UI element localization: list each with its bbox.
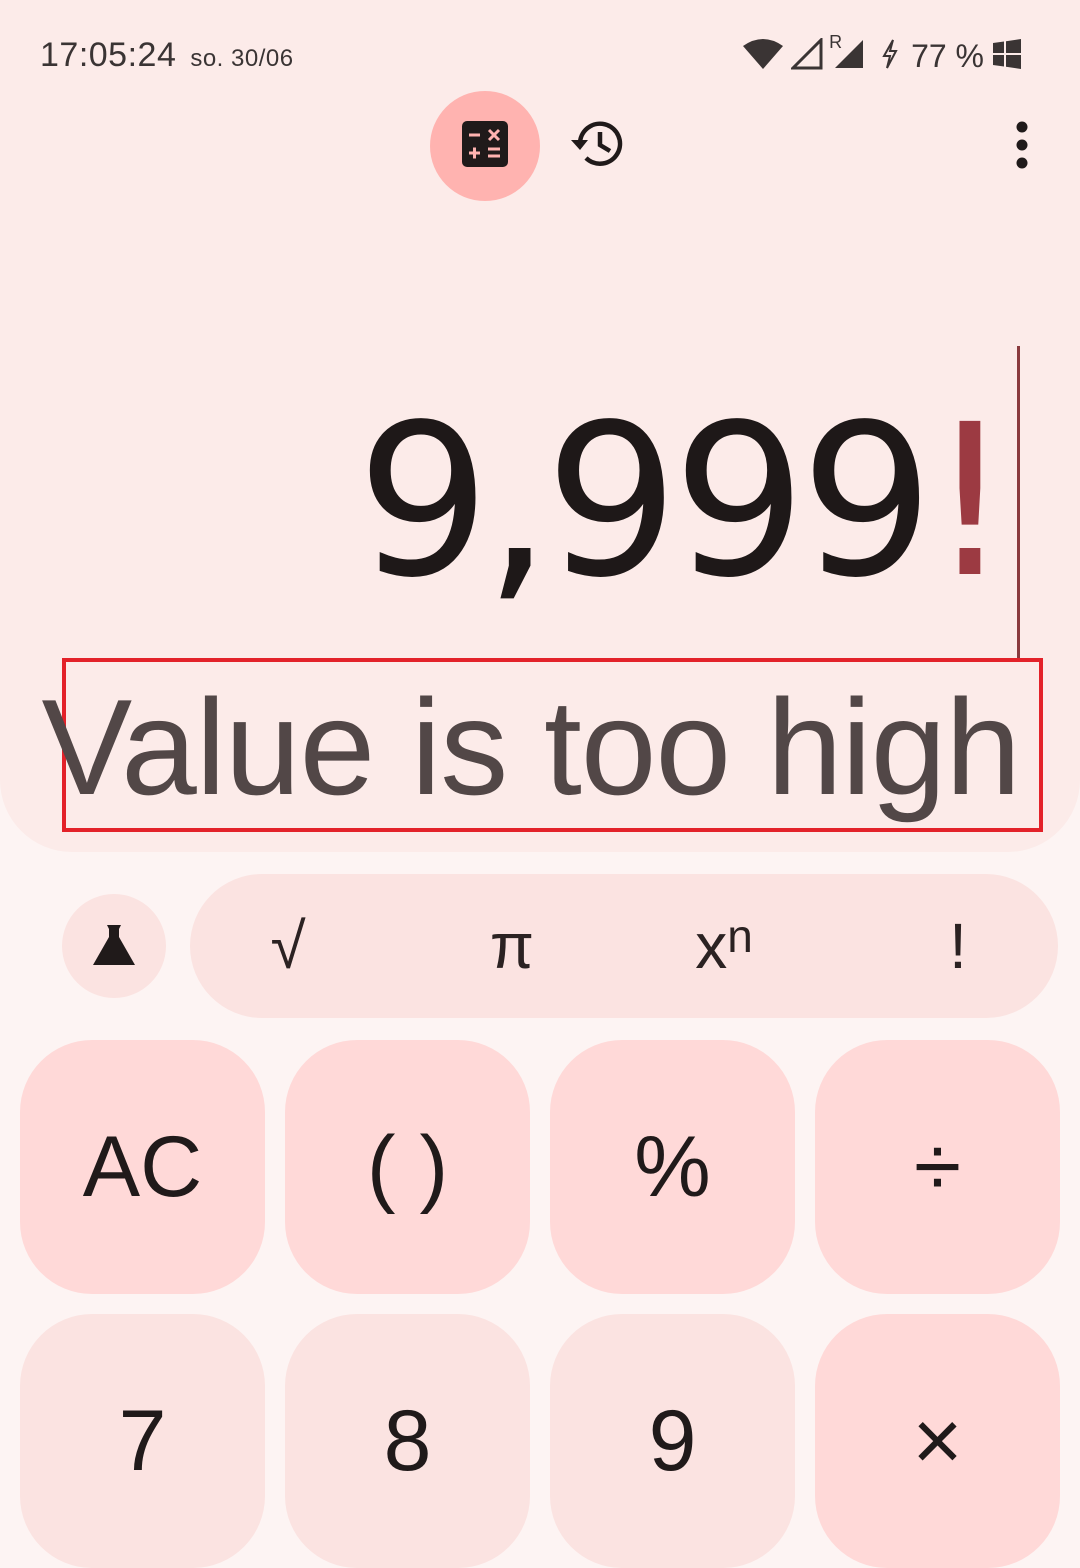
factorial-button[interactable]: ! <box>898 874 1018 1018</box>
battery-percent: 77 % <box>911 37 984 74</box>
more-vert-icon <box>1015 121 1029 174</box>
expression-number: 9,999 <box>356 379 934 624</box>
pi-button[interactable]: π <box>452 874 572 1018</box>
digit-7-button[interactable]: 7 <box>20 1314 265 1568</box>
digit-9-button[interactable]: 9 <box>550 1314 795 1568</box>
wifi-icon <box>743 38 784 75</box>
calculator-mode-button[interactable] <box>430 91 540 201</box>
parentheses-button[interactable]: ( ) <box>285 1040 530 1294</box>
scientific-functions-row: √ π xn ! <box>190 874 1058 1018</box>
flask-icon <box>91 921 137 972</box>
history-icon <box>568 118 624 175</box>
roaming-indicator: R <box>829 31 843 52</box>
text-cursor <box>1017 346 1020 658</box>
signal-icon <box>789 35 823 75</box>
history-button[interactable] <box>566 116 626 176</box>
power-base: x <box>695 910 728 982</box>
status-icons: R 77 % <box>743 32 1022 76</box>
sqrt-button[interactable]: √ <box>228 874 348 1018</box>
status-time: 17:05:24 so. 30/06 <box>40 36 294 75</box>
calculator-icon <box>462 120 508 172</box>
more-options-button[interactable] <box>996 116 1048 178</box>
all-clear-button[interactable]: AC <box>20 1040 265 1294</box>
digit-8-button[interactable]: 8 <box>285 1314 530 1568</box>
result-error-text: Value is too high <box>41 671 1021 823</box>
power-button[interactable]: xn <box>664 874 784 1018</box>
multiply-button[interactable]: × <box>815 1314 1060 1568</box>
divide-button[interactable]: ÷ <box>815 1040 1060 1294</box>
signal-roaming-icon: R <box>829 32 865 75</box>
expression-operator: ! <box>927 379 1012 624</box>
status-date: so. 30/06 <box>190 45 294 72</box>
power-exponent: n <box>727 910 753 962</box>
scientific-toggle-button[interactable] <box>62 894 166 998</box>
expression-display[interactable]: 9,999! <box>357 372 1012 632</box>
status-clock: 17:05:24 <box>40 36 177 74</box>
charging-icon <box>881 39 899 74</box>
windows-icon <box>992 38 1022 74</box>
percent-button[interactable]: % <box>550 1040 795 1294</box>
